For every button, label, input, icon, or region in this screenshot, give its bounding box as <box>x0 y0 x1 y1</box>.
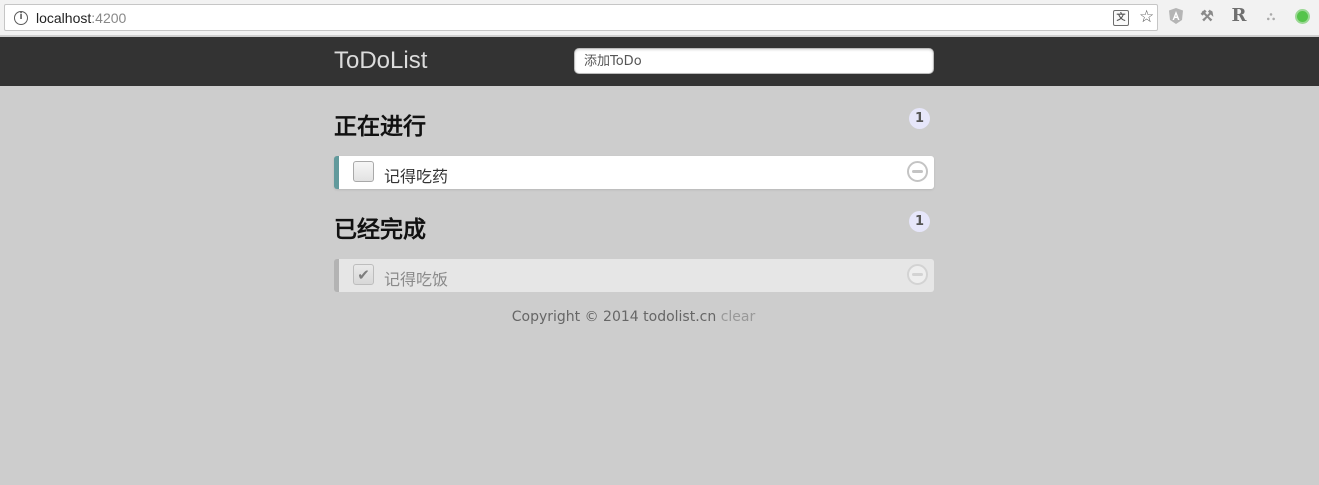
app-title: ToDoList <box>334 47 428 74</box>
star-icon[interactable]: ☆ <box>1139 7 1154 27</box>
url-text[interactable]: localhost:4200 <box>36 10 126 26</box>
in-progress-title: 正在进行 <box>334 114 426 140</box>
remove-done-button[interactable] <box>907 264 928 285</box>
tool-extension-icon[interactable]: ⚒ <box>1198 7 1216 25</box>
address-bar[interactable]: i localhost:4200 文 ☆ <box>4 4 1158 31</box>
angular-extension-icon[interactable] <box>1167 7 1185 25</box>
copyright-text: Copyright © 2014 todolist.cn <box>511 309 717 325</box>
completed-title: 已经完成 <box>334 217 426 243</box>
url-host: localhost <box>36 10 92 26</box>
r-extension-icon[interactable]: R <box>1230 7 1248 25</box>
remove-todo-button[interactable] <box>907 161 928 182</box>
status-extension-icon[interactable] <box>1295 9 1310 24</box>
todo-checkbox[interactable] <box>353 161 374 182</box>
tree-extension-icon[interactable]: ⛬ <box>1262 7 1280 25</box>
footer: Copyright © 2014 todolist.cn clear <box>0 309 1267 325</box>
todo-item-active: 记得吃药 <box>334 156 934 189</box>
done-todo-text[interactable]: 记得吃饭 <box>384 266 448 290</box>
clear-link[interactable]: clear <box>721 309 756 325</box>
url-port: :4200 <box>91 10 127 26</box>
completed-count-badge: 1 <box>909 211 930 232</box>
translate-icon[interactable]: 文 <box>1113 10 1129 26</box>
done-checkbox[interactable]: ✔ <box>353 264 374 285</box>
todo-item-done: ✔ 记得吃饭 <box>334 259 934 292</box>
browser-toolbar: i localhost:4200 文 ☆ ⚒ R ⛬ <box>0 0 1319 36</box>
info-icon[interactable]: i <box>14 11 28 25</box>
add-todo-input[interactable] <box>574 48 934 74</box>
todo-text[interactable]: 记得吃药 <box>384 163 448 187</box>
in-progress-count-badge: 1 <box>909 108 930 129</box>
